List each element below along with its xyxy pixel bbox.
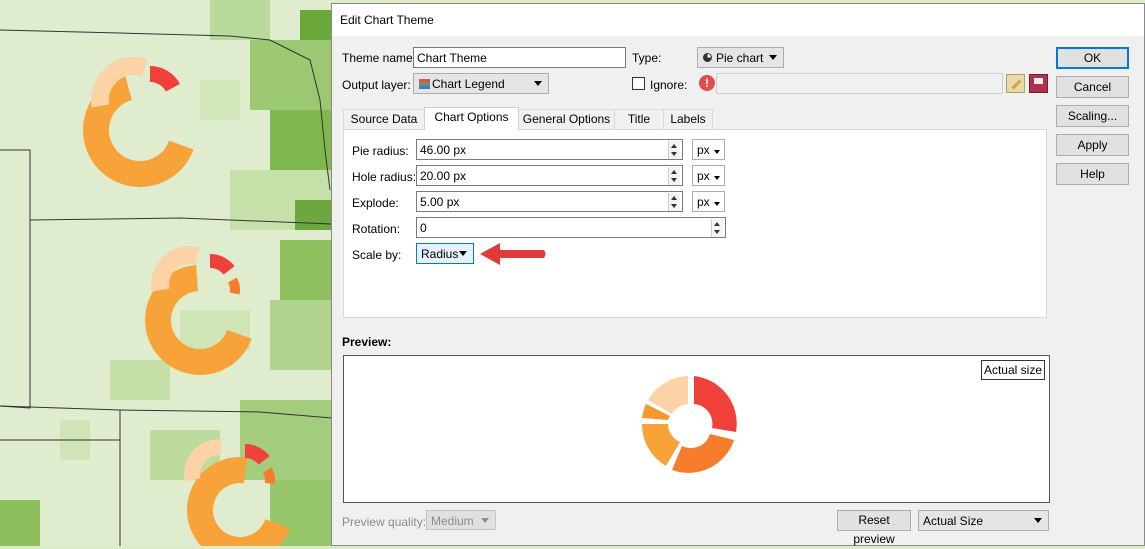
scale-by-value: Radius: [421, 247, 459, 261]
tab-general-options[interactable]: General Options: [518, 109, 615, 129]
output-layer-value: Chart Legend: [432, 77, 505, 91]
pie-radius-unit: px: [697, 143, 710, 157]
chevron-down-icon: [534, 81, 542, 86]
explode-label: Explode:: [352, 196, 399, 210]
chevron-down-icon: [481, 518, 489, 523]
tab-title[interactable]: Title: [614, 109, 664, 129]
map-donut-1: [83, 56, 197, 187]
chevron-down-icon: [459, 251, 467, 256]
ok-button[interactable]: OK: [1056, 47, 1129, 69]
output-layer-label: Output layer:: [342, 78, 411, 92]
map-canvas[interactable]: [0, 0, 332, 546]
hole-radius-unit-select[interactable]: px: [692, 165, 725, 186]
map-graphic: [0, 0, 332, 546]
hole-radius-unit: px: [697, 169, 710, 183]
type-select[interactable]: Pie chart: [697, 47, 784, 68]
pie-radius-value: 46.00 px: [420, 143, 467, 157]
preview-size-select[interactable]: Actual Size: [918, 510, 1049, 531]
spinner-icon[interactable]: [711, 219, 723, 237]
ignore-label: Ignore:: [650, 78, 688, 92]
preview-canvas: Actual size: [343, 355, 1050, 503]
explode-unit: px: [697, 195, 710, 209]
chevron-down-icon: [1034, 518, 1042, 523]
warning-icon: !: [699, 75, 715, 91]
layer-legend-icon: [419, 79, 430, 89]
type-select-value: Pie chart: [716, 51, 764, 65]
tab-source-data[interactable]: Source Data: [343, 109, 425, 129]
pie-chart-icon: [703, 53, 712, 62]
explode-input[interactable]: 5.00 px: [416, 191, 683, 212]
explode-unit-select[interactable]: px: [692, 191, 725, 212]
scale-by-select[interactable]: Radius: [416, 243, 474, 264]
pie-radius-label: Pie radius:: [352, 144, 409, 158]
chevron-down-icon: [714, 150, 720, 154]
scale-by-label: Scale by:: [352, 248, 402, 262]
preview-donut-chart: [641, 376, 737, 473]
spinner-icon[interactable]: [668, 141, 680, 159]
preview-label: Preview:: [342, 335, 392, 349]
explode-value: 5.00 px: [420, 195, 460, 209]
chevron-down-icon: [769, 55, 777, 60]
ignore-checkbox[interactable]: [632, 77, 645, 90]
scaling-button[interactable]: Scaling...: [1056, 105, 1129, 127]
edit-chart-theme-dialog: Edit Chart Theme Theme name: Chart Theme…: [331, 3, 1145, 546]
rotation-value: 0: [420, 221, 427, 235]
pie-radius-input[interactable]: 46.00 px: [416, 139, 683, 160]
annotation-arrow-icon: [480, 243, 546, 265]
preview-quality-value: Medium: [431, 514, 474, 528]
reset-preview-button[interactable]: Reset preview: [837, 510, 911, 546]
pie-radius-unit-select[interactable]: px: [692, 139, 725, 160]
expression-builder-icon[interactable]: [1029, 74, 1048, 93]
cancel-button[interactable]: Cancel: [1056, 76, 1129, 98]
theme-name-label: Theme name:: [342, 51, 417, 65]
spinner-icon[interactable]: [668, 193, 680, 211]
theme-name-input[interactable]: Chart Theme: [413, 47, 626, 68]
dialog-title: Edit Chart Theme: [340, 13, 434, 27]
pencil-edit-icon[interactable]: [1006, 74, 1025, 93]
preview-size-value: Actual Size: [923, 514, 984, 528]
hole-radius-value: 20.00 px: [420, 169, 467, 183]
hole-radius-input[interactable]: 20.00 px: [416, 165, 683, 186]
output-layer-select[interactable]: Chart Legend: [413, 73, 549, 94]
preview-quality-label: Preview quality:: [342, 515, 427, 529]
type-label: Type:: [632, 51, 662, 65]
chevron-down-icon: [714, 202, 720, 206]
help-button[interactable]: Help: [1056, 163, 1129, 185]
dialog-titlebar[interactable]: Edit Chart Theme: [332, 4, 1144, 36]
rotation-label: Rotation:: [352, 222, 401, 236]
spinner-icon[interactable]: [668, 167, 680, 185]
rotation-input[interactable]: 0: [416, 217, 726, 238]
ignore-expression-input[interactable]: [716, 73, 1003, 94]
tab-chart-options[interactable]: Chart Options: [424, 107, 519, 130]
tab-labels[interactable]: Labels: [663, 109, 713, 129]
actual-size-badge: Actual size: [980, 360, 1045, 380]
apply-button[interactable]: Apply: [1056, 134, 1129, 156]
chevron-down-icon: [714, 176, 720, 180]
preview-quality-select[interactable]: Medium: [426, 510, 496, 530]
hole-radius-label: Hole radius:: [352, 170, 417, 184]
